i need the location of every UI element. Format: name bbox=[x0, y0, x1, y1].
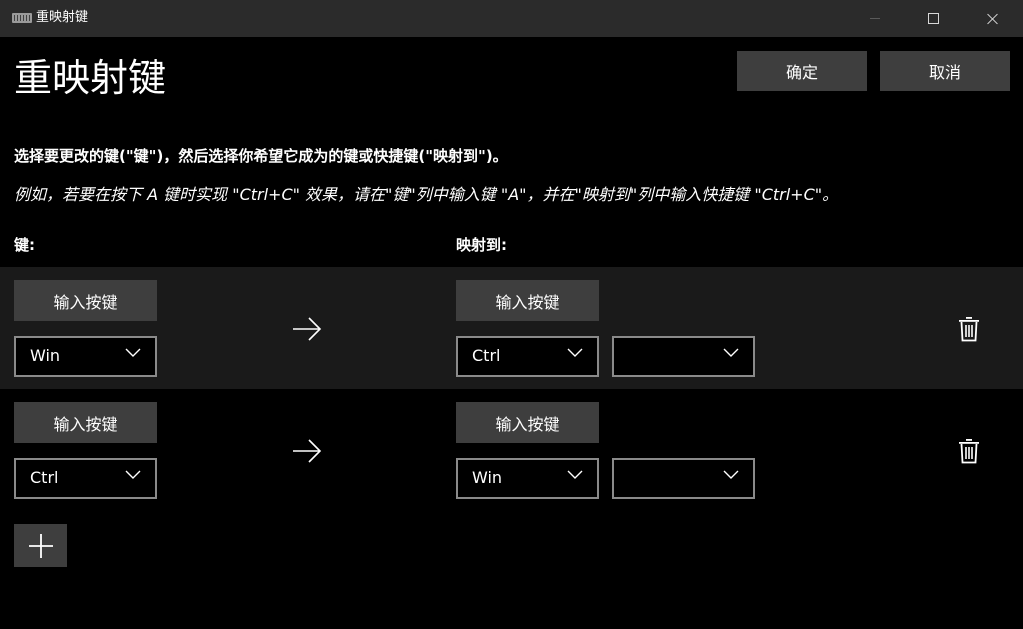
chevron-down-icon bbox=[125, 470, 141, 479]
map-dropdown-2[interactable] bbox=[612, 458, 755, 499]
chevron-down-icon bbox=[567, 470, 583, 479]
type-key-button[interactable]: 输入按键 bbox=[14, 402, 157, 443]
key-dropdown[interactable]: Win bbox=[14, 336, 157, 377]
cancel-button[interactable]: 取消 bbox=[880, 51, 1010, 91]
trash-icon[interactable] bbox=[958, 438, 980, 464]
map-column-label: 映射到: bbox=[456, 236, 507, 254]
close-icon bbox=[987, 13, 999, 25]
chevron-down-icon bbox=[125, 348, 141, 357]
arrow-right-icon bbox=[293, 439, 322, 463]
close-button[interactable] bbox=[965, 0, 1021, 37]
window-title: 重映射键 bbox=[36, 10, 89, 25]
add-mapping-button[interactable] bbox=[14, 524, 67, 567]
trash-icon[interactable] bbox=[958, 316, 980, 342]
mapping-row: 输入按键 Ctrl 输入按键 Win bbox=[0, 389, 1023, 511]
remap-keys-window: 重映射键 重映射键 确定 取消 选择要更改的键("键")，然后选择你希望它成为的… bbox=[0, 0, 1023, 629]
ok-button[interactable]: 确定 bbox=[737, 51, 867, 91]
type-key-button[interactable]: 输入按键 bbox=[14, 280, 157, 321]
type-shortcut-button[interactable]: 输入按键 bbox=[456, 402, 599, 443]
chevron-down-icon bbox=[723, 348, 739, 357]
minimize-icon bbox=[870, 18, 880, 19]
chevron-down-icon bbox=[567, 348, 583, 357]
map-dropdown-2[interactable] bbox=[612, 336, 755, 377]
key-dropdown[interactable]: Ctrl bbox=[14, 458, 157, 499]
keyboard-icon bbox=[12, 13, 32, 23]
plus-icon bbox=[28, 533, 53, 558]
key-dropdown-value: Win bbox=[30, 346, 61, 365]
chevron-down-icon bbox=[723, 470, 739, 479]
key-column-label: 键: bbox=[14, 236, 35, 254]
map-dropdown-1[interactable]: Win bbox=[456, 458, 599, 499]
title-bar: 重映射键 bbox=[0, 0, 1023, 37]
maximize-icon bbox=[927, 13, 939, 24]
mapping-row: 输入按键 Win 输入按键 Ctrl bbox=[0, 267, 1023, 389]
maximize-button[interactable] bbox=[905, 0, 961, 37]
key-dropdown-value: Ctrl bbox=[30, 468, 59, 487]
arrow-right-icon bbox=[293, 317, 322, 341]
instruction-text: 选择要更改的键("键")，然后选择你希望它成为的键或快捷键("映射到")。 bbox=[14, 147, 508, 165]
minimize-button[interactable] bbox=[847, 0, 903, 37]
map-dropdown-1-value: Ctrl bbox=[472, 346, 501, 365]
map-dropdown-1[interactable]: Ctrl bbox=[456, 336, 599, 377]
example-text: 例如，若要在按下 A 键时实现 "Ctrl+C" 效果，请在"键"列中输入键 "… bbox=[14, 185, 839, 204]
page-title: 重映射键 bbox=[14, 56, 167, 100]
type-shortcut-button[interactable]: 输入按键 bbox=[456, 280, 599, 321]
map-dropdown-1-value: Win bbox=[472, 468, 503, 487]
